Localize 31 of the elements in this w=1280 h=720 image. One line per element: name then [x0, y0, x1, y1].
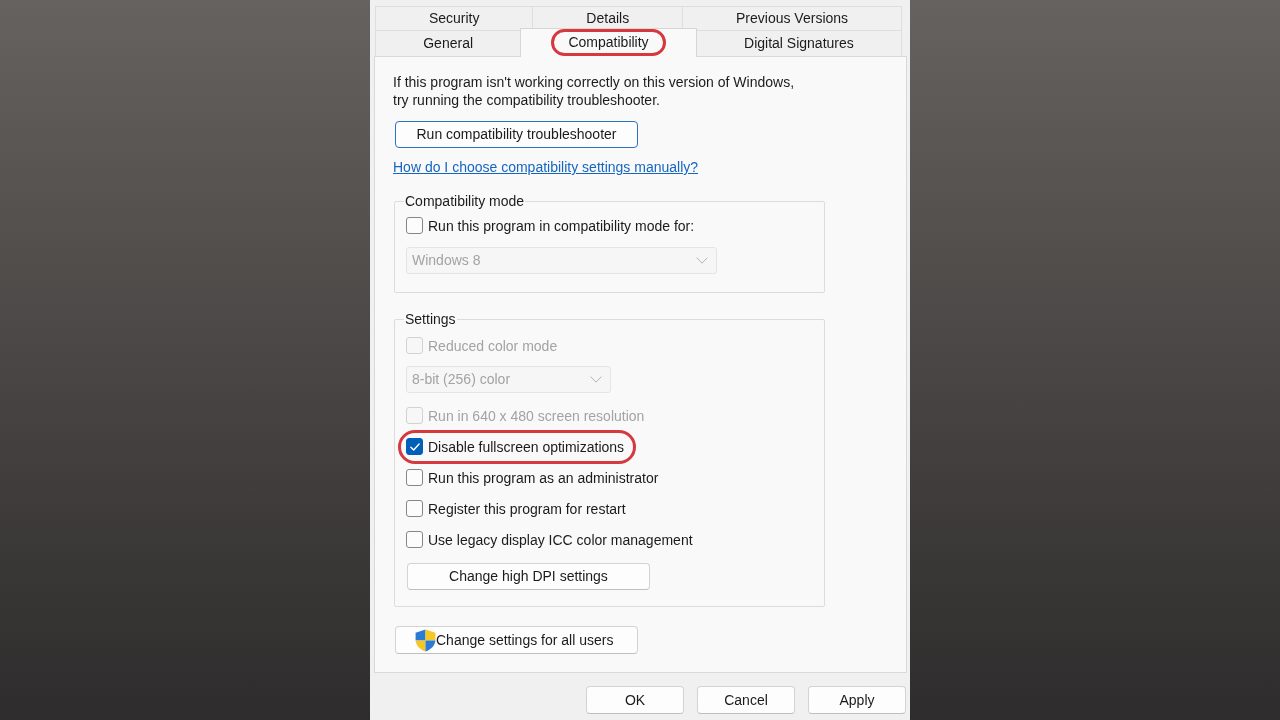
chevron-down-icon: [590, 376, 602, 383]
tab[interactable]: Digital Signatures: [695, 30, 902, 56]
checkbox-label: Run this program as an administrator: [428, 468, 659, 487]
checkbox-label: Run this program in compatibility mode for:: [428, 216, 695, 235]
checkbox[interactable]: [406, 531, 423, 548]
all-users-button[interactable]: Change settings for all users: [395, 626, 638, 654]
checkmark-icon: [409, 442, 420, 451]
checkbox[interactable]: [406, 438, 423, 455]
dialog-button[interactable]: OK: [586, 686, 684, 714]
checkbox-label: Use legacy display ICC color management: [428, 530, 693, 549]
chevron-down-icon: [696, 257, 708, 264]
tab[interactable]: Compatibility: [520, 28, 697, 57]
checkbox-label: Reduced color mode: [428, 336, 558, 355]
checkbox[interactable]: [406, 217, 423, 234]
help-link[interactable]: How do I choose compatibility settings manually?: [393, 158, 699, 176]
tab[interactable]: General: [375, 30, 522, 56]
group-label: Compatibility mode: [404, 193, 526, 210]
settings-button[interactable]: Change high DPI settings: [407, 563, 650, 590]
tab[interactable]: Previous Versions: [682, 6, 902, 30]
checkbox[interactable]: [406, 469, 423, 486]
dialog-button[interactable]: Apply: [808, 686, 906, 714]
description-text: If this program isn't working correctly on this version of Windows, try running the compatibility troubleshooter.: [393, 73, 795, 109]
dialog-button[interactable]: Cancel: [697, 686, 795, 714]
checkbox-label: Disable fullscreen optimizations: [428, 437, 625, 456]
group-label: Settings: [404, 311, 457, 328]
troubleshooter-button[interactable]: Run compatibility troubleshooter: [395, 121, 638, 148]
checkbox[interactable]: [406, 500, 423, 517]
tab[interactable]: Security: [375, 6, 534, 30]
checkbox-label: Run in 640 x 480 screen resolution: [428, 406, 645, 425]
checkbox-label: Register this program for restart: [428, 499, 626, 518]
shield-icon: [415, 628, 436, 652]
